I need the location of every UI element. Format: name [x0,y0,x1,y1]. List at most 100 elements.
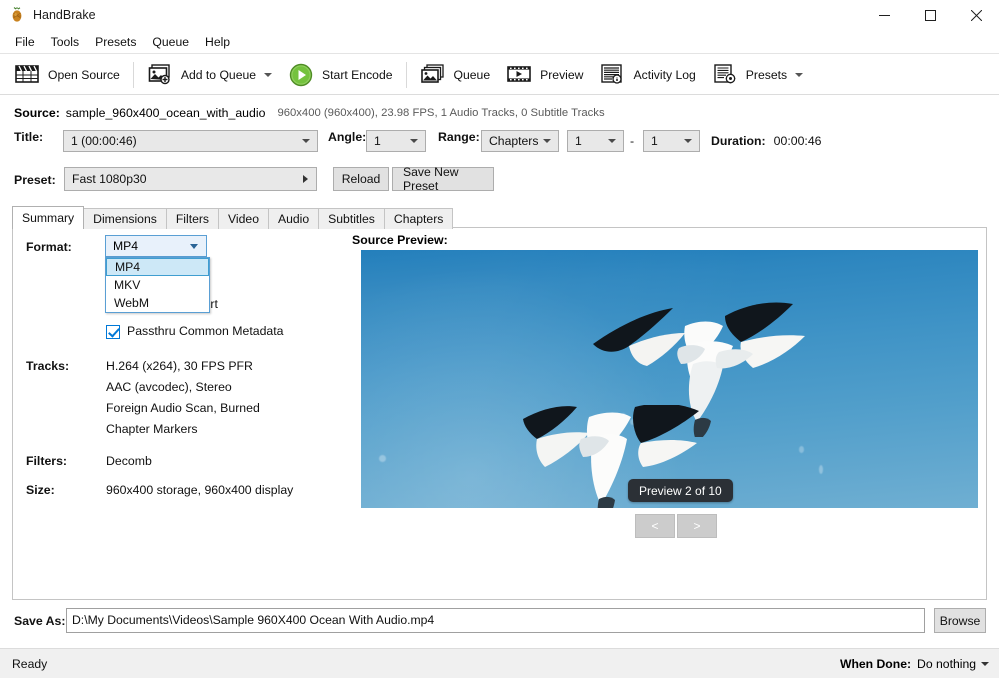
duration-value: 00:00:46 [774,134,822,148]
format-option-mkv[interactable]: MKV [106,276,209,294]
preview-button[interactable]: Preview [498,58,591,92]
chapter-range-dash: - [630,130,634,152]
angle-label-wrap: Angle: [328,130,366,144]
source-info-row: Source: sample_960x400_ocean_with_audio … [0,102,999,124]
preview-prev-button[interactable]: < [635,514,675,538]
add-to-queue-label: Add to Queue [181,68,256,82]
chevron-right-icon-preset [303,175,308,183]
menu-help[interactable]: Help [197,32,238,52]
maximize-button[interactable] [907,0,953,30]
format-select[interactable]: MP4 [105,235,207,257]
preview-counter-badge: Preview 2 of 10 [628,479,733,502]
format-option-webm[interactable]: WebM [106,294,209,312]
queue-button[interactable]: Queue [412,58,499,92]
tab-summary[interactable]: Summary [12,206,84,229]
format-option-mp4[interactable]: MP4 [106,258,209,276]
chevron-down-icon-chapter-start [608,139,616,143]
title-select[interactable]: 1 (00:00:46) [63,130,318,152]
activity-log-icon [599,63,625,87]
save-new-preset-button[interactable]: Save New Preset [392,167,494,191]
close-button[interactable] [953,0,999,30]
menu-file[interactable]: File [7,32,43,52]
tab-chapters[interactable]: Chapters [384,208,453,229]
toolbar-separator-1 [133,62,134,88]
preview-speck-5 [819,465,823,474]
save-as-label-wrap: Save As: [14,612,66,630]
chevron-down-icon-chapter-end [684,139,692,143]
range-label: Range: [438,130,480,144]
chapter-end-select[interactable]: 1 [643,130,700,152]
size-label: Size: [26,483,55,497]
activity-log-label: Activity Log [633,68,695,82]
preview-speck-1 [379,455,386,462]
format-label: Format: [26,240,72,254]
passthru-metadata-checkbox[interactable] [106,324,120,339]
preset-label-wrap: Preset: [14,169,56,191]
presets-button[interactable]: Presets [704,58,811,92]
handbrake-window: HandBrake File Tools Presets Queue Help [0,0,999,678]
queue-label: Queue [454,68,491,82]
reload-label: Reload [342,172,381,186]
clapperboard-icon [14,63,40,87]
chevron-down-icon[interactable] [264,73,272,77]
add-to-queue-icon [147,63,173,87]
track-item-audio: AAC (avcodec), Stereo [106,380,232,394]
title-label: Title: [14,130,43,144]
tracks-label: Tracks: [26,359,69,373]
tab-subtitles[interactable]: Subtitles [318,208,385,229]
tab-audio[interactable]: Audio [268,208,319,229]
tab-video[interactable]: Video [218,208,269,229]
chevron-down-icon-presets[interactable] [795,73,803,77]
chapter-start-select[interactable]: 1 [567,130,624,152]
start-encode-button[interactable]: Start Encode [280,58,400,92]
size-value: 960x400 storage, 960x400 display [106,483,293,497]
add-to-queue-button[interactable]: Add to Queue [139,58,280,92]
browse-label: Browse [940,614,981,628]
angle-select[interactable]: 1 [366,130,426,152]
chevron-down-icon-range [543,139,551,143]
open-source-label: Open Source [48,68,120,82]
passthru-metadata-label: Passthru Common Metadata [127,324,284,338]
menu-bar: File Tools Presets Queue Help [0,30,999,54]
tab-filters[interactable]: Filters [166,208,219,229]
open-source-button[interactable]: Open Source [6,58,128,92]
preview-prev-label: < [651,519,658,533]
presets-gear-icon [712,63,738,87]
angle-label: Angle: [328,130,366,144]
preset-select[interactable]: Fast 1080p30 [64,167,317,191]
minimize-button[interactable] [861,0,907,30]
range-type-select[interactable]: Chapters [481,130,559,152]
track-item-subtitle: Foreign Audio Scan, Burned [106,401,260,415]
format-dropdown-list[interactable]: MP4 MKV WebM [105,257,210,313]
filters-value: Decomb [106,454,152,468]
main-toolbar: Open Source Add to Queue [0,55,999,95]
title-label-wrap: Title: [14,130,43,144]
tab-dimensions[interactable]: Dimensions [83,208,167,229]
browse-button[interactable]: Browse [934,608,986,633]
start-encode-label: Start Encode [322,68,392,82]
source-name: sample_960x400_ocean_with_audio [66,106,266,120]
menu-tools[interactable]: Tools [43,32,87,52]
play-circle-icon [288,63,314,87]
reload-button[interactable]: Reload [333,167,389,191]
chevron-down-icon-format [190,244,198,249]
title-select-value: 1 (00:00:46) [64,134,137,148]
angle-select-value: 1 [367,134,381,148]
checkbox-box-passthru [106,325,120,339]
preset-select-value: Fast 1080p30 [65,172,147,186]
window-controls [861,0,999,30]
save-as-input[interactable]: D:\My Documents\Videos\Sample 960X400 Oc… [66,608,925,633]
settings-tabs: Summary Dimensions Filters Video Audio S… [12,206,452,229]
status-bar: Ready When Done: Do nothing [0,648,999,678]
when-done-label: When Done: [840,657,911,671]
handbrake-pineapple-icon [9,7,25,23]
preview-next-button[interactable]: > [677,514,717,538]
source-preview-image [361,250,978,508]
activity-log-button[interactable]: Activity Log [591,58,703,92]
window-title: HandBrake [33,8,96,22]
when-done-control[interactable]: When Done: Do nothing [840,657,989,671]
source-meta: 960x400 (960x400), 23.98 FPS, 1 Audio Tr… [277,107,604,119]
menu-presets[interactable]: Presets [87,32,144,52]
toolbar-separator-2 [406,62,407,88]
menu-queue[interactable]: Queue [144,32,197,52]
